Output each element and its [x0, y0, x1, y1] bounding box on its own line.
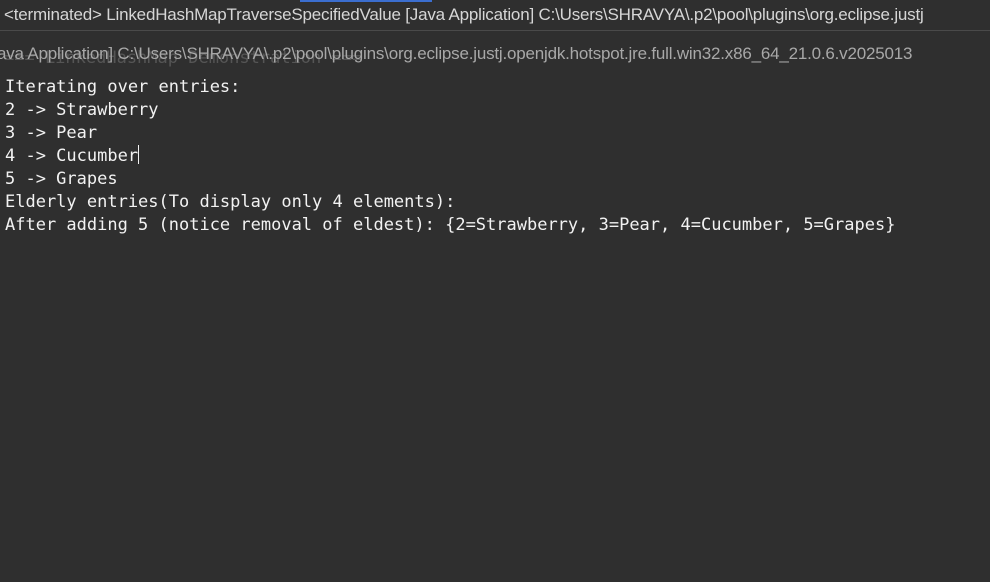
console-output[interactable]: Iterating over entries: 2 -> Strawberry …: [5, 76, 895, 237]
console-output-area[interactable]: === LinkedHashMap Demonstration === ava …: [0, 38, 990, 582]
console-line: 5 -> Grapes: [5, 169, 118, 189]
console-line-text: 4 -> Cucumber: [5, 146, 139, 166]
console-line: 3 -> Pear: [5, 123, 98, 143]
console-path-line: ava Application] C:\Users\SHRAVYA\.p2\po…: [0, 44, 913, 63]
console-line: 2 -> Strawberry: [5, 100, 159, 120]
console-window: <terminated> LinkedHashMapTraverseSpecif…: [0, 0, 990, 582]
console-line: Elderly entries(To display only 4 elemen…: [5, 192, 456, 212]
text-caret: [138, 145, 140, 164]
console-line: Iterating over entries:: [5, 77, 241, 97]
console-title-bar: <terminated> LinkedHashMapTraverseSpecif…: [0, 2, 990, 30]
console-title: <terminated> LinkedHashMapTraverseSpecif…: [4, 5, 924, 24]
console-line-with-caret: 4 -> Cucumber: [5, 145, 895, 168]
title-divider: [0, 30, 990, 31]
console-line: After adding 5 (notice removal of eldest…: [5, 215, 896, 235]
